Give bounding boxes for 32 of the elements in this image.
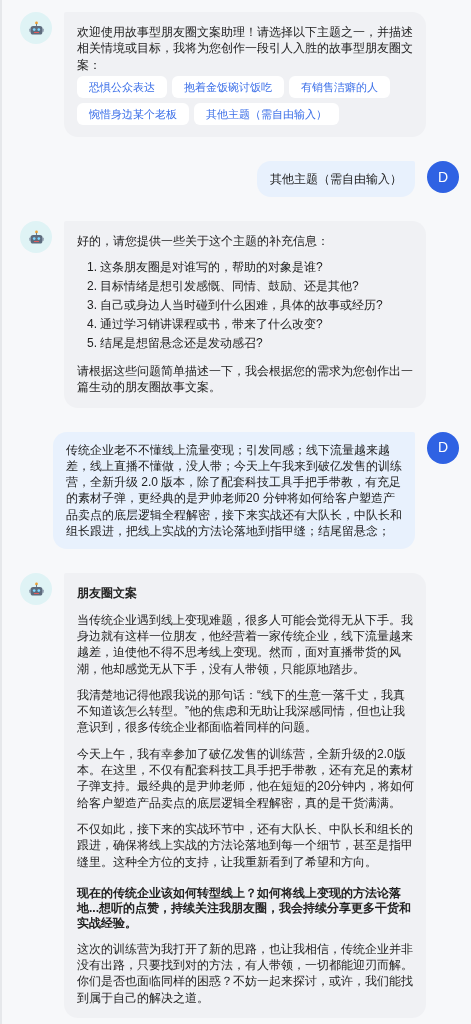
message-text: 今天上午，我有幸参加了破亿发售的训练营，全新升级的2.0版本。在这里，不仅有配套科技工具手把手带教，还有充足的素材子弹支持。最经典的是尹帅老师，他在短短的20分钟内，将如何给客户塑造产品卖点的底层逻辑全程解密，真的是干货满满。 <box>77 745 415 811</box>
list-number: 5. <box>87 334 97 351</box>
message-text: 这次的训练营为我打开了新的思路，也让我相信，传统企业并非没有出路，只要找到对的方法，有人带领，一切都能迎刃而解。你们是否也面临同样的困惑？不妨一起来探讨，或许，我们能找到属于自己的解决之道。 <box>77 940 414 1006</box>
robot-icon <box>27 580 45 598</box>
list-item-text: 这条朋友圈是对谁写的，帮助的对象是谁? <box>100 259 323 276</box>
robot-icon <box>27 19 45 37</box>
list-item-text: 通过学习销讲课程或书，带来了什么改变? <box>100 315 323 333</box>
topic-option-button[interactable]: 惋惜身边某个老板 <box>77 102 189 125</box>
message-text: 我清楚地记得他跟我说的那句话：“线下的生意一落千丈，我真不知道该怎么转型。”他的焦虑和无助让我深感同情，但也让我意识到，很多传统企业都面临着同样的问题。 <box>77 686 406 736</box>
message-heading: 朋友圈文案 <box>77 585 138 602</box>
list-item-text: 自己或身边人当时碰到什么困难，具体的故事或经历? <box>100 297 383 314</box>
list-number: 2. <box>87 278 97 295</box>
list-number: 4. <box>87 315 97 333</box>
topic-option-button[interactable]: 有销售洁癖的人 <box>289 75 390 98</box>
topic-option-button[interactable]: 抱着金饭碗讨饭吃 <box>172 75 284 98</box>
user-avatar: D <box>427 431 459 464</box>
message-text: 其他主题（需自由输入） <box>270 170 402 188</box>
list-item-text: 结尾是想留悬念还是发动感召? <box>100 334 263 351</box>
message-text: 请根据这些问题简单描述一下，我会根据您的需求为您创作出一篇生动的朋友圈故事文案。 <box>77 362 414 396</box>
message-text: 现在的传统企业该如何转型线上？如何将线上变现的方法论落地...想听的点赞，持续关注我朋友圈，我会持续分享更多干货和实战经验。 <box>77 885 412 931</box>
message-text: 传统企业老不不懂线上流量变现；引发同感；线下流量越来越差，线上直播不懂做，没人带；今天上午我来到破亿发售的训练营，全新升级 2.0 版本，除了配套科技工具手把手带教，有充足的素材子弹，更经典的是尹帅老师20 分钟将如何给客户塑造产品卖点的底层逻辑全程解密，接下来实战还有大队长，中队长和组长跟进，把线上实战的方法论落地到指甲缝；结尾留悬念； <box>66 441 402 540</box>
message-text: 当传统企业遇到线上变现难题，很多人可能会觉得无从下手。我身边就有这样一位朋友，他经营着一家传统企业，线下流量越来越差，迫使他不得不思考线上变现。然而，面对直播带货的风潮，他却感觉无从下手，没有人带领，只能原地踏步。 <box>77 611 414 677</box>
robot-icon <box>27 228 45 246</box>
message-text: 欢迎使用故事型朋友圈文案助理！请选择以下主题之一，并描述相关情境或目标，我将为您创作一段引人入胜的故事型朋友圈文案： <box>77 24 414 73</box>
list-number: 3. <box>87 297 97 314</box>
topic-option-button[interactable]: 其他主题（需自由输入） <box>194 102 339 125</box>
list-number: 1. <box>87 259 97 276</box>
list-item-text: 目标情绪是想引发感慨、同情、鼓励、还是其他? <box>100 278 359 295</box>
topic-option-button[interactable]: 恐惧公众表达 <box>77 75 167 98</box>
user-avatar: D <box>427 160 459 193</box>
message-text: 不仅如此，接下来的实战环节中，还有大队长、中队长和组长的跟进，确保将线上实战的方法论落地到每一个细节，甚至是指甲缝里。这种全方位的支持，让我重新看到了希望和方向。 <box>77 820 414 870</box>
message-text: 好的，请您提供一些关于这个主题的补充信息： <box>77 233 330 250</box>
